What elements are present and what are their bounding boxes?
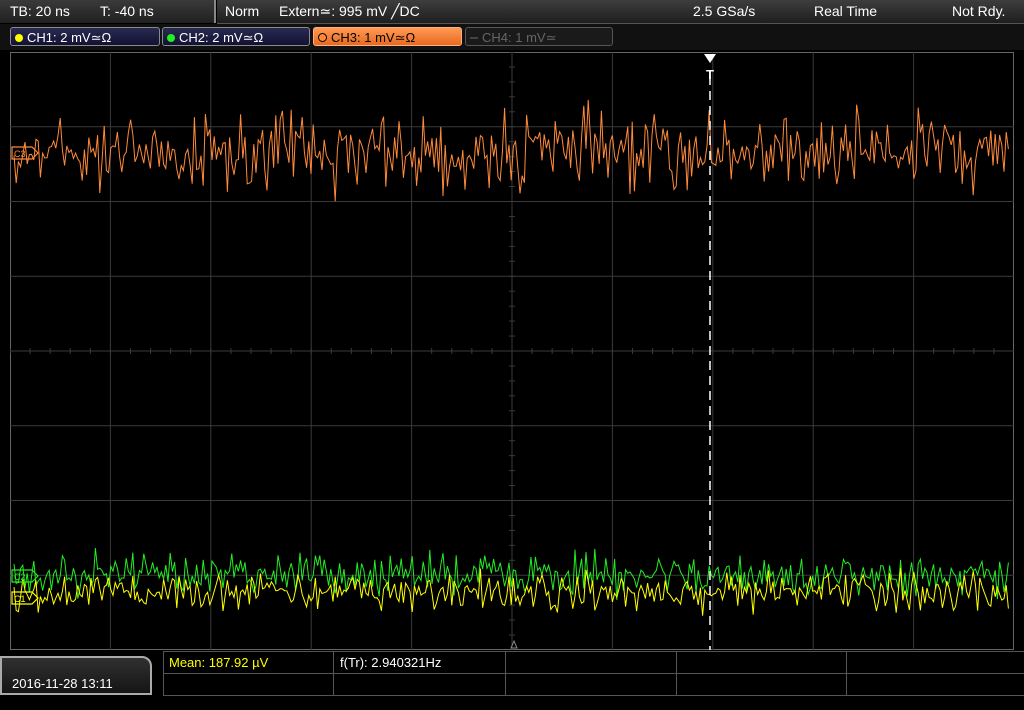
mean-measurement: Mean: 187.92 µV (169, 655, 269, 670)
trigger-marker-label: T (706, 67, 714, 82)
trigger-time-label: T: -40 ns (100, 3, 154, 19)
trigger-mode-label: Norm (225, 3, 260, 19)
measurement-divider (163, 651, 164, 695)
channel-4-indicator-icon (470, 37, 478, 39)
acquisition-state-label: Not Rdy. (952, 3, 1006, 19)
measurement-divider (846, 651, 847, 695)
channel-3-button[interactable]: CH3: 1 mV≃Ω (313, 27, 462, 46)
channel-4-button[interactable]: CH4: 1 mV≃ (465, 27, 613, 46)
measurement-divider (676, 651, 677, 695)
channel-2-trace (13, 547, 1009, 600)
channel-3-label: CH3: 1 mV≃Ω (331, 30, 416, 45)
measurement-row-1: Mean: 187.92 µV f(Tr): 2.940321Hz (163, 651, 1024, 673)
channel-4-label: CH4: 1 mV≃ (482, 30, 557, 45)
datetime-label: 2016-11-28 13:11 (12, 676, 113, 691)
channel-2-label: CH2: 2 mV≃Ω (179, 30, 264, 45)
acquisition-mode-label: Real Time (814, 3, 878, 19)
measurement-divider (505, 651, 506, 695)
channel-2-offset-marker[interactable]: C2 (11, 569, 39, 583)
datetime-box[interactable]: 2016-11-28 13:11 (0, 656, 152, 695)
channel-3-trace (13, 99, 1009, 202)
trigger-source-label: Extern≃: 995 mV ╱DC (279, 3, 420, 19)
waveform-canvas: T C3 C2 C1 (10, 52, 1014, 650)
channel-2-indicator-icon (167, 34, 175, 42)
channel-2-button[interactable]: CH2: 2 mV≃Ω (162, 27, 310, 46)
measurement-panel[interactable]: Mean: 187.92 µV f(Tr): 2.940321Hz (163, 651, 1024, 696)
channel-1-indicator-icon (15, 34, 23, 42)
channel-2-marker-label: C2 (14, 572, 26, 582)
graticule (10, 52, 1014, 650)
trigger-position-marker-icon[interactable] (704, 54, 716, 63)
channel-bar: CH1: 2 mV≃Ω CH2: 2 mV≃Ω CH3: 1 mV≃Ω CH4:… (0, 24, 1024, 50)
channel-3-marker-label: C3 (14, 149, 26, 159)
measurement-row-2 (163, 673, 1024, 696)
trigger-box[interactable]: Norm Extern≃: 995 mV ╱DC 2.5 GSa/s Real … (217, 0, 1024, 24)
status-bar: TB: 20 ns T: -40 ns Norm Extern≃: 995 mV… (0, 0, 1024, 24)
timebase-label: TB: 20 ns (10, 3, 70, 19)
channel-3-indicator-icon (318, 33, 327, 42)
channel-1-button[interactable]: CH1: 2 mV≃Ω (10, 27, 160, 46)
timebase-box[interactable]: TB: 20 ns T: -40 ns (0, 0, 216, 23)
frequency-measurement: f(Tr): 2.940321Hz (340, 655, 442, 670)
channel-1-label: CH1: 2 mV≃Ω (27, 30, 112, 45)
sample-rate-label: 2.5 GSa/s (693, 3, 756, 19)
channel-1-marker-label: C1 (14, 594, 26, 604)
channel-1-offset-marker[interactable]: C1 (11, 591, 39, 605)
measurement-divider (333, 651, 334, 695)
